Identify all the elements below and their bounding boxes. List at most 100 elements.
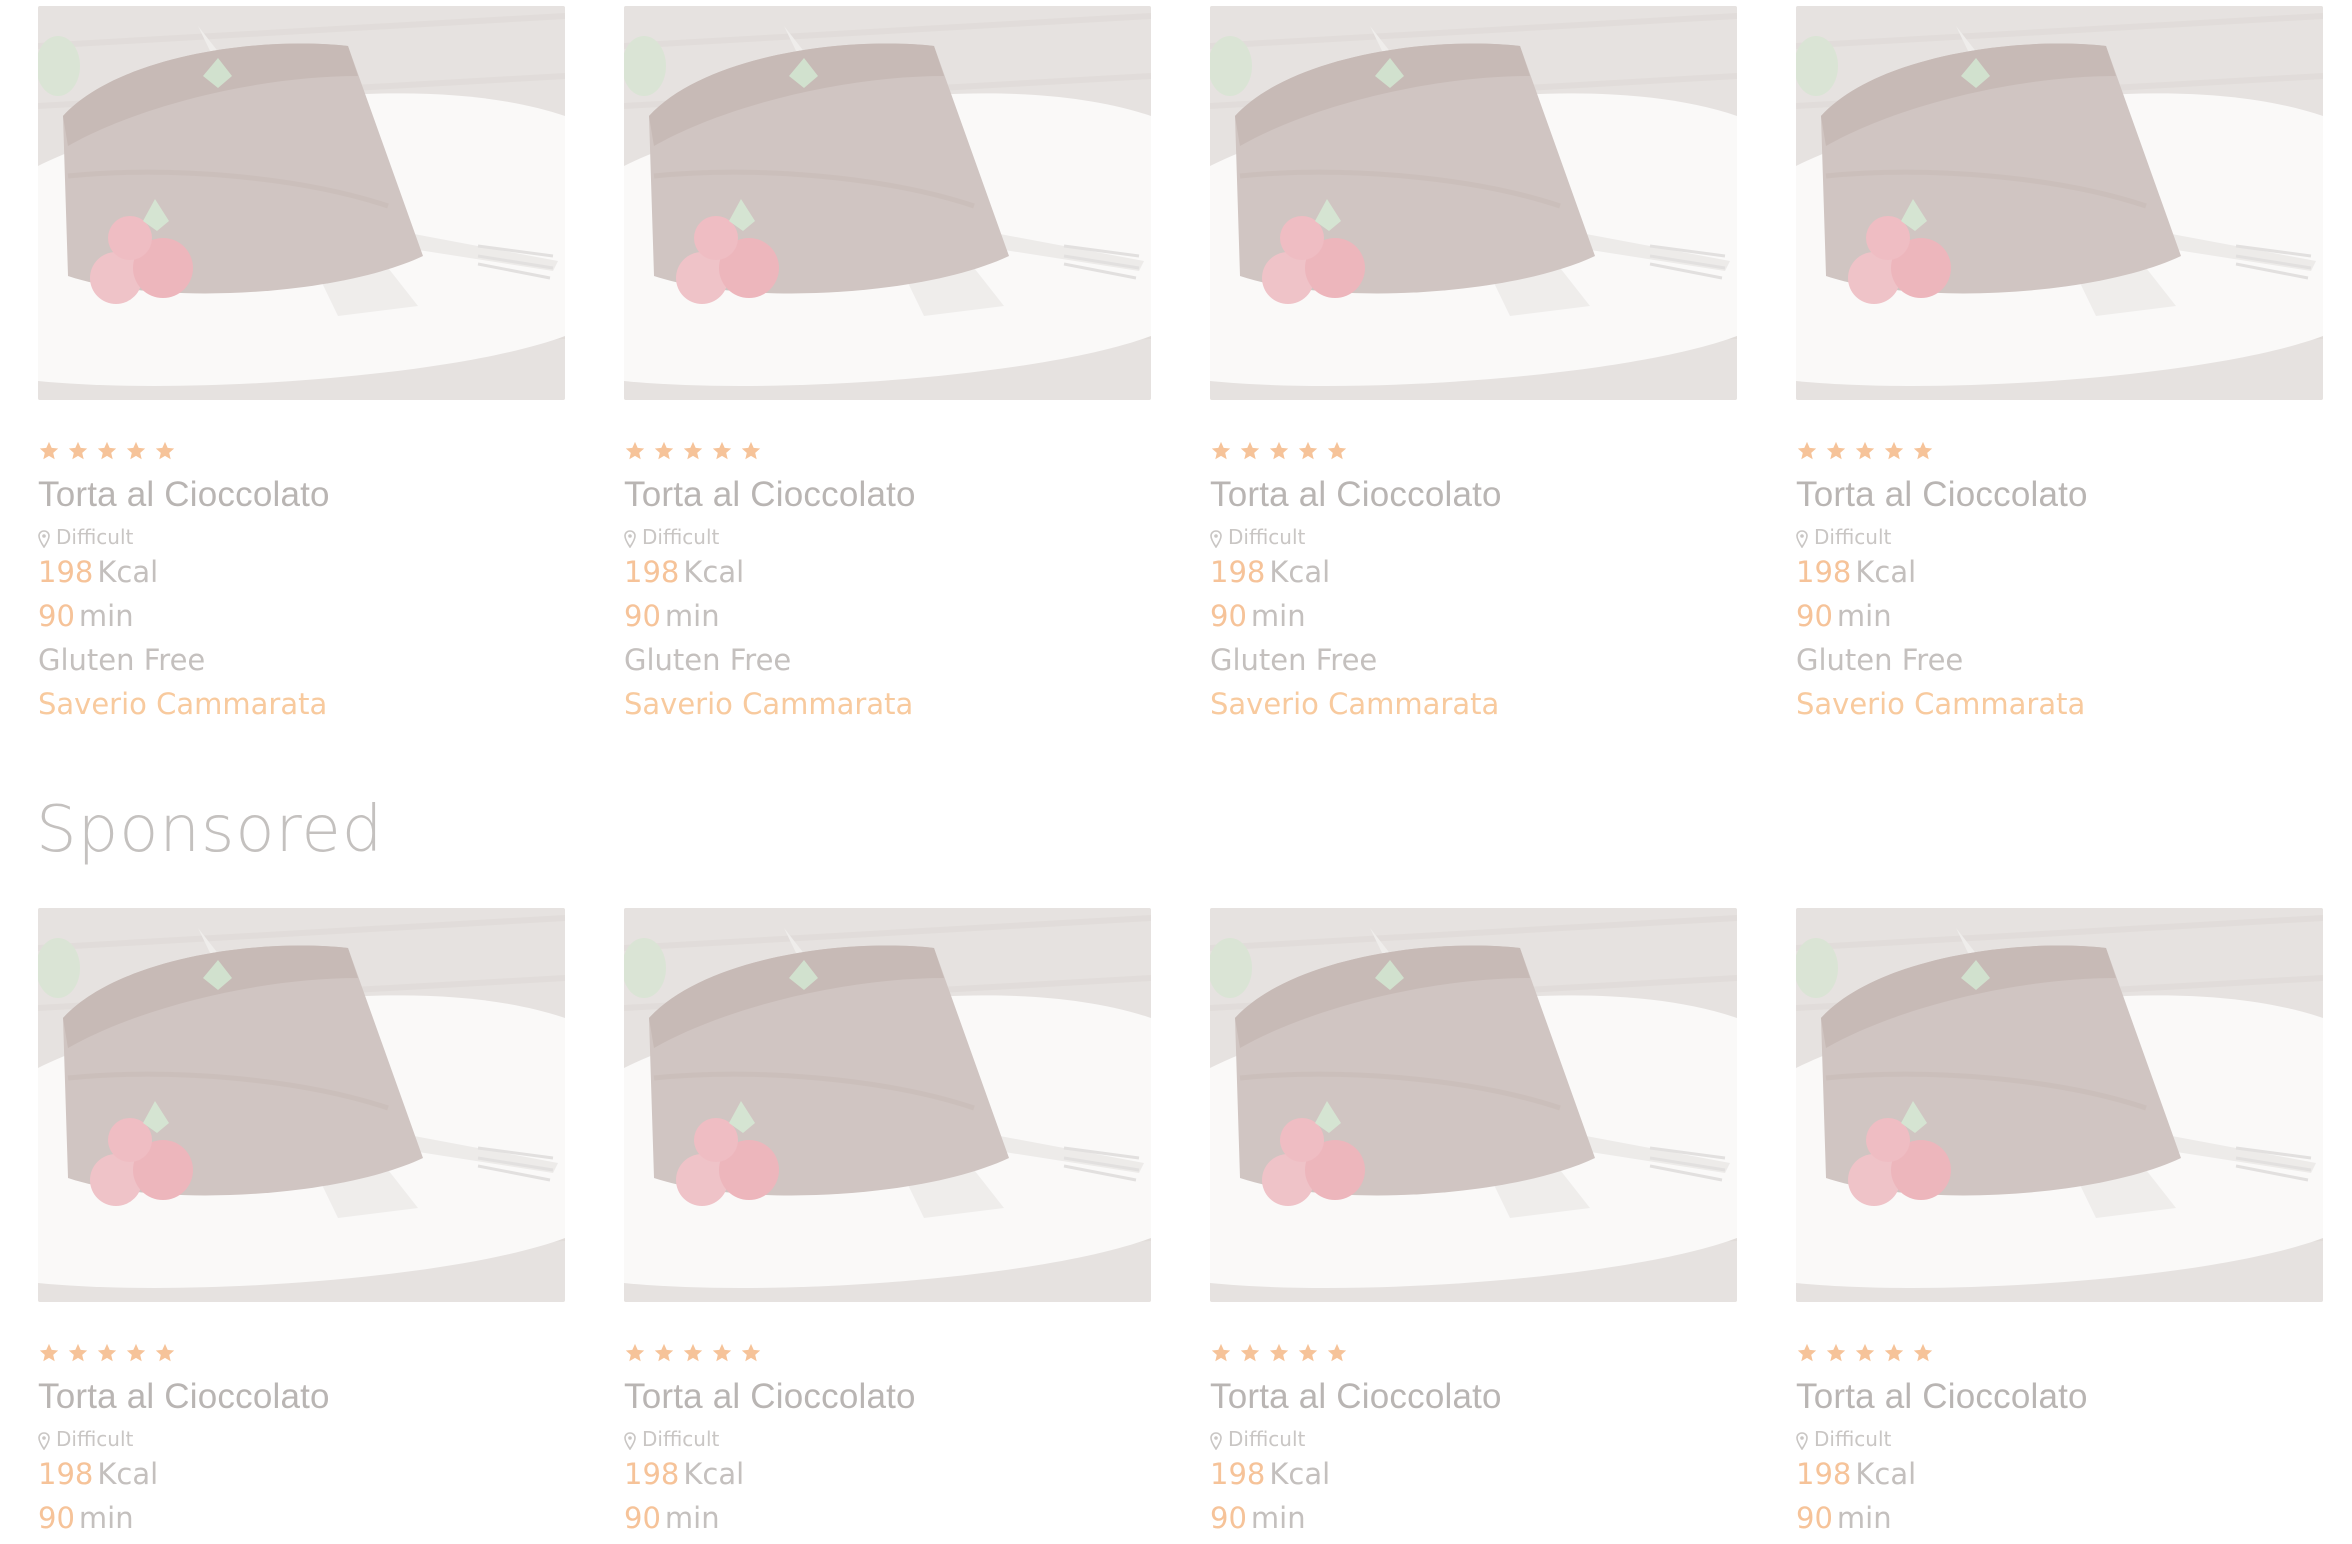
- recipe-photo[interactable]: [624, 908, 1151, 1302]
- diet-tag: Gluten Free: [38, 643, 206, 677]
- recipe-title[interactable]: Torta al Cioccolato: [624, 474, 1151, 516]
- time-value: 90: [38, 1501, 75, 1535]
- difficulty-text: Difficult: [1228, 1427, 1306, 1451]
- prep-time: 90 min: [38, 1496, 565, 1540]
- star-icon: [1825, 440, 1847, 462]
- difficulty-text: Difficult: [56, 1427, 134, 1451]
- prep-time: 90 min: [1796, 1496, 2323, 1540]
- star-icon: [38, 440, 60, 462]
- star-icon: [711, 1342, 733, 1364]
- recipe-card[interactable]: Torta al Cioccolato Difficult 198 Kcal 90 mi…: [38, 6, 565, 726]
- difficulty-label: Difficult: [1796, 1426, 2323, 1452]
- star-icon: [682, 1342, 704, 1364]
- star-rating: [624, 1342, 1151, 1364]
- time-unit: min: [1836, 599, 1892, 633]
- calories: 198 Kcal: [38, 1452, 565, 1496]
- calories: 198 Kcal: [1210, 1452, 1737, 1496]
- calories: 198 Kcal: [624, 550, 1151, 594]
- prep-time: 90 min: [38, 594, 565, 638]
- star-icon: [1854, 440, 1876, 462]
- star-icon: [682, 440, 704, 462]
- sponsored-heading: Sponsored: [36, 793, 384, 867]
- calories: 198 Kcal: [38, 550, 565, 594]
- calories-unit: Kcal: [1855, 1457, 1917, 1491]
- recipe-card[interactable]: Torta al Cioccolato Difficult 198 Kcal 90 mi…: [38, 908, 565, 1540]
- star-icon: [624, 440, 646, 462]
- diet-tag: Gluten Free: [1210, 643, 1378, 677]
- difficulty-label: Difficult: [624, 1426, 1151, 1452]
- recipe-title[interactable]: Torta al Cioccolato: [38, 1376, 565, 1418]
- star-icon: [1210, 1342, 1232, 1364]
- sponsored-grid: Torta al Cioccolato Difficult 198 Kcal 90 mi…: [38, 908, 2323, 1540]
- star-icon: [624, 1342, 646, 1364]
- calories-unit: Kcal: [97, 1457, 159, 1491]
- star-icon: [1912, 440, 1934, 462]
- calories-unit: Kcal: [1269, 555, 1331, 589]
- recipe-photo[interactable]: [38, 6, 565, 400]
- star-icon: [67, 440, 89, 462]
- star-icon: [1239, 1342, 1261, 1364]
- star-icon: [1268, 440, 1290, 462]
- star-icon: [1854, 1342, 1876, 1364]
- difficulty-text: Difficult: [642, 525, 720, 549]
- star-icon: [1239, 440, 1261, 462]
- difficulty-label: Difficult: [1210, 1426, 1737, 1452]
- recipe-card[interactable]: Torta al Cioccolato Difficult 198 Kcal 90 mi…: [624, 6, 1151, 726]
- recipe-photo[interactable]: [1796, 908, 2323, 1302]
- time-value: 90: [1210, 1501, 1247, 1535]
- star-icon: [1326, 440, 1348, 462]
- star-icon: [1883, 440, 1905, 462]
- recipe-photo[interactable]: [38, 908, 565, 1302]
- difficulty-text: Difficult: [642, 1427, 720, 1451]
- recipe-title[interactable]: Torta al Cioccolato: [38, 474, 565, 516]
- recipe-photo[interactable]: [1796, 6, 2323, 400]
- star-icon: [740, 440, 762, 462]
- prep-time: 90 min: [1210, 1496, 1737, 1540]
- recipe-card[interactable]: Torta al Cioccolato Difficult 198 Kcal 90 mi…: [1210, 6, 1737, 726]
- recipe-photo[interactable]: [624, 6, 1151, 400]
- star-icon: [96, 440, 118, 462]
- prep-time: 90 min: [1796, 594, 2323, 638]
- calories: 198 Kcal: [1210, 550, 1737, 594]
- star-rating: [624, 440, 1151, 462]
- calories-unit: Kcal: [683, 1457, 745, 1491]
- author-link[interactable]: Saverio Cammarata: [1210, 682, 1737, 726]
- difficulty-label: Difficult: [624, 524, 1151, 550]
- time-value: 90: [38, 599, 75, 633]
- star-icon: [154, 1342, 176, 1364]
- recipe-title[interactable]: Torta al Cioccolato: [1210, 474, 1737, 516]
- recipe-grid: Torta al Cioccolato Difficult 198 Kcal 90 mi…: [38, 6, 2323, 726]
- star-icon: [67, 1342, 89, 1364]
- author-link[interactable]: Saverio Cammarata: [38, 682, 565, 726]
- difficulty-label: Difficult: [38, 524, 565, 550]
- star-icon: [1912, 1342, 1934, 1364]
- recipe-title[interactable]: Torta al Cioccolato: [1796, 474, 2323, 516]
- author-link[interactable]: Saverio Cammarata: [1796, 682, 2323, 726]
- recipe-title[interactable]: Torta al Cioccolato: [624, 1376, 1151, 1418]
- star-icon: [96, 1342, 118, 1364]
- recipe-photo[interactable]: [1210, 6, 1737, 400]
- map-marker-icon: [38, 1430, 50, 1451]
- prep-time: 90 min: [624, 1496, 1151, 1540]
- difficulty-text: Difficult: [1814, 525, 1892, 549]
- star-icon: [1210, 440, 1232, 462]
- difficulty-text: Difficult: [1814, 1427, 1892, 1451]
- calories-value: 198: [1210, 1457, 1266, 1491]
- time-value: 90: [1796, 599, 1833, 633]
- recipe-card[interactable]: Torta al Cioccolato Difficult 198 Kcal 90 mi…: [1796, 908, 2323, 1540]
- time-unit: min: [664, 599, 720, 633]
- recipe-title[interactable]: Torta al Cioccolato: [1210, 1376, 1737, 1418]
- star-icon: [1883, 1342, 1905, 1364]
- author-link[interactable]: Saverio Cammarata: [624, 682, 1151, 726]
- star-icon: [154, 440, 176, 462]
- difficulty-label: Difficult: [1796, 524, 2323, 550]
- map-marker-icon: [38, 528, 50, 549]
- recipe-photo[interactable]: [1210, 908, 1737, 1302]
- star-icon: [1297, 1342, 1319, 1364]
- recipe-card[interactable]: Torta al Cioccolato Difficult 198 Kcal 90 mi…: [1796, 6, 2323, 726]
- prep-time: 90 min: [1210, 594, 1737, 638]
- star-rating: [38, 1342, 565, 1364]
- recipe-title[interactable]: Torta al Cioccolato: [1796, 1376, 2323, 1418]
- recipe-card[interactable]: Torta al Cioccolato Difficult 198 Kcal 90 mi…: [1210, 908, 1737, 1540]
- recipe-card[interactable]: Torta al Cioccolato Difficult 198 Kcal 90 mi…: [624, 908, 1151, 1540]
